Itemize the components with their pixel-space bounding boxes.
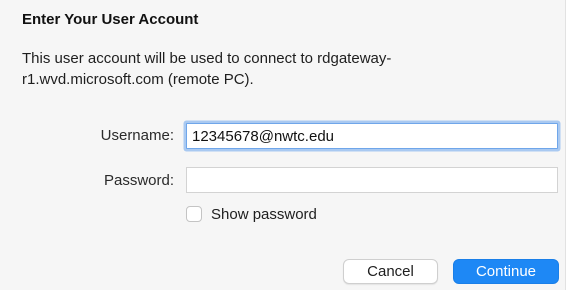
password-input[interactable]: [186, 167, 558, 193]
user-account-dialog: Enter Your User Account This user accoun…: [0, 0, 566, 290]
username-label: Username:: [100, 127, 174, 144]
dialog-title: Enter Your User Account: [22, 11, 199, 28]
show-password-row[interactable]: Show password: [186, 204, 317, 224]
cancel-button[interactable]: Cancel: [343, 259, 438, 284]
show-password-label[interactable]: Show password: [211, 206, 317, 223]
show-password-checkbox[interactable]: [186, 206, 202, 222]
dialog-message: This user account will be used to connec…: [22, 50, 392, 88]
continue-button[interactable]: Continue: [453, 259, 559, 284]
username-input[interactable]: [186, 123, 558, 149]
password-label: Password:: [103, 172, 174, 189]
